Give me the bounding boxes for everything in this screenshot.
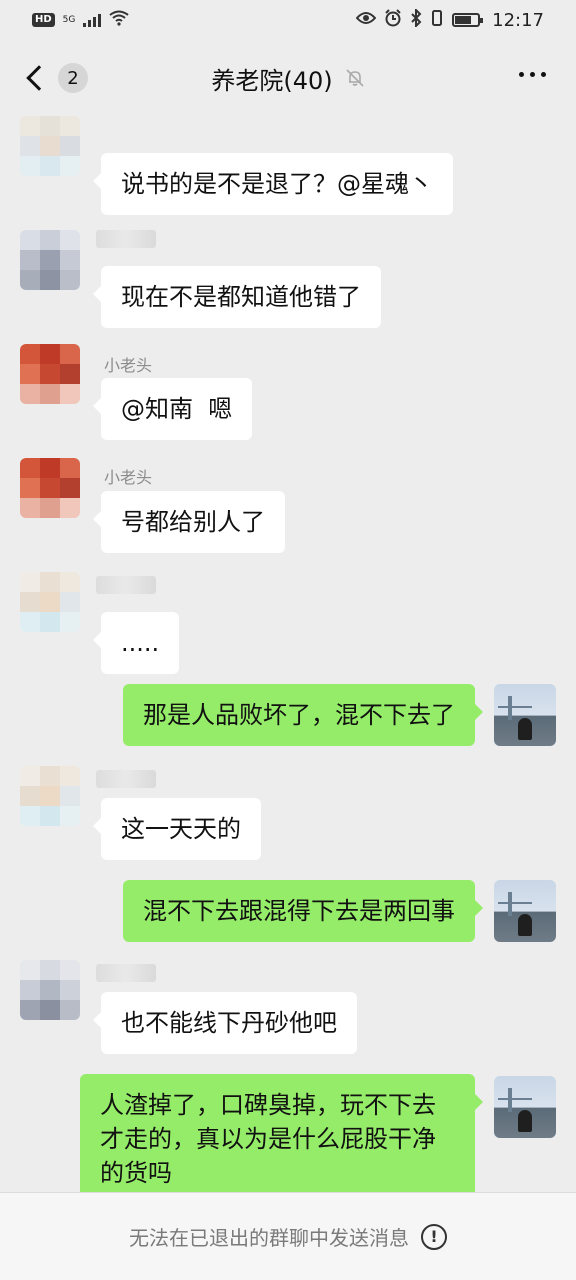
battery-icon (452, 13, 484, 27)
title-wrap: 养老院(40) (0, 60, 576, 96)
dot-icon (541, 72, 546, 77)
dot-icon (519, 72, 524, 77)
chat-title: 养老院(40) (211, 66, 333, 95)
message-bubble-outgoing[interactable]: 混不下去跟混得下去是两回事 (123, 880, 483, 942)
my-avatar[interactable] (494, 684, 556, 746)
network-type: 5G (62, 14, 76, 25)
message-bubble[interactable]: 现在不是都知道他错了 (93, 266, 381, 328)
hd-icon: HD (32, 13, 55, 27)
message-bubble[interactable]: 也不能线下丹砂他吧 (93, 992, 357, 1054)
sender-name-redacted (96, 576, 156, 594)
message-bubble[interactable]: 号都给别人了 (93, 491, 285, 553)
my-avatar[interactable] (494, 1076, 556, 1138)
alarm-icon (384, 8, 402, 32)
signal-icon (83, 13, 102, 27)
message-bubble[interactable]: 说书的是不是退了？@星魂丶 (93, 153, 453, 215)
avatar[interactable] (20, 572, 80, 632)
clock: 12:17 (492, 9, 544, 31)
sender-name-redacted (96, 230, 156, 248)
avatar[interactable] (20, 766, 80, 826)
avatar[interactable] (20, 116, 80, 176)
avatar[interactable] (20, 960, 80, 1020)
bluetooth-icon (410, 7, 422, 32)
exclamation-circle-icon[interactable]: ! (421, 1223, 447, 1250)
status-bar: HD 5G 12:17 (0, 0, 576, 40)
sender-name: 小老头 (104, 356, 153, 375)
message-bubble-outgoing[interactable]: 那是人品败坏了，混不下去了 (123, 684, 483, 746)
status-right: 12:17 (355, 7, 544, 32)
mute-bell-icon (345, 68, 365, 88)
message-bubble[interactable]: 这一天天的 (93, 798, 261, 860)
cannot-send-notice: 无法在已退出的群聊中发送消息 (129, 1226, 409, 1250)
sender-name: 小老头 (104, 468, 153, 487)
avatar[interactable] (20, 344, 80, 404)
more-options-button[interactable] (519, 72, 546, 77)
my-avatar[interactable] (494, 880, 556, 942)
wifi-icon (109, 10, 129, 31)
sender-name-redacted (96, 964, 156, 982)
input-disabled-footer: 无法在已退出的群聊中发送消息 ! (0, 1192, 576, 1280)
sender-name-redacted (96, 770, 156, 788)
avatar[interactable] (20, 458, 80, 518)
dot-icon (530, 72, 535, 77)
message-bubble-outgoing[interactable]: 人渣掉了，口碑臭掉，玩不下去才走的，真以为是什么屁股干净的货吗 (80, 1074, 483, 1192)
chat-header: 2 养老院(40) (0, 40, 576, 116)
eye-icon (355, 10, 377, 30)
avatar[interactable] (20, 230, 80, 290)
status-left: HD 5G (32, 10, 129, 31)
message-bubble[interactable]: @知南 嗯 (92, 378, 253, 440)
message-bubble[interactable]: ..... (92, 612, 180, 674)
chat-message-list[interactable]: 说书的是不是退了？@星魂丶 现在不是都知道他错了 小老头 @知南 嗯 小老头 号… (0, 116, 576, 1192)
vibrate-icon (430, 9, 444, 32)
